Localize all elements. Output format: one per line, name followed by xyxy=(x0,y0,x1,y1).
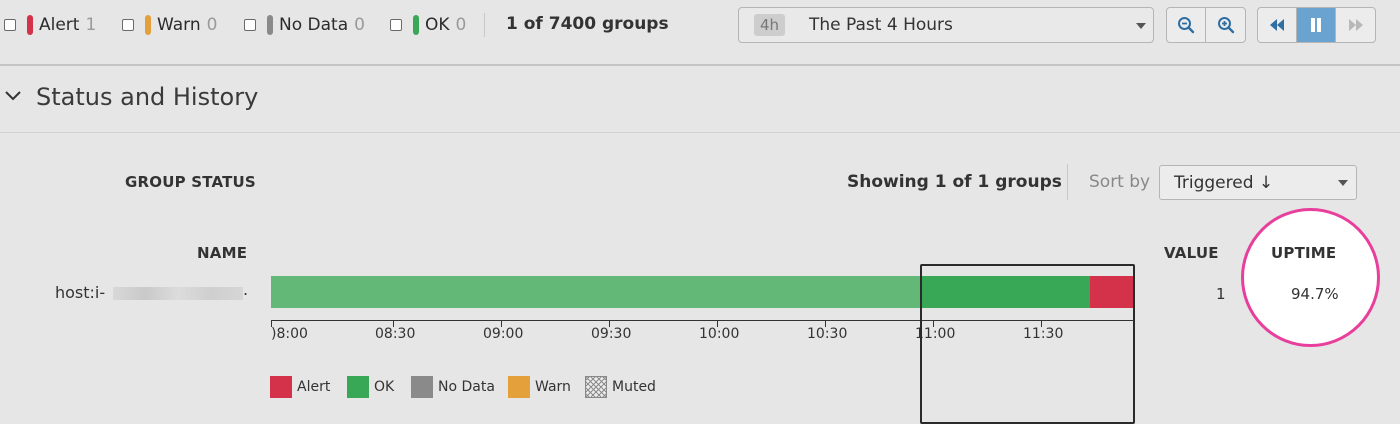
legend-no-data-label: No Data xyxy=(438,379,495,395)
zoom-out-button[interactable] xyxy=(1167,8,1206,42)
axis-tick-label: 08:30 xyxy=(375,326,416,342)
fast-forward-icon xyxy=(1348,19,1363,31)
legend-warn: Warn xyxy=(508,376,571,398)
uptime-highlight-circle xyxy=(1241,208,1380,347)
ok-color-pill xyxy=(413,15,419,35)
playback-controls xyxy=(1257,7,1376,43)
status-bar-ok-segment[interactable] xyxy=(271,276,921,308)
uptime-column-header: UPTIME xyxy=(1271,244,1337,262)
legend-muted-swatch xyxy=(585,376,607,398)
group-value: 1 xyxy=(1216,285,1226,303)
pause-icon xyxy=(1311,18,1321,32)
time-selection-box[interactable] xyxy=(920,264,1135,424)
warn-checkbox[interactable] xyxy=(122,19,134,31)
legend-no-data: No Data xyxy=(411,376,495,398)
toolbar-divider-line xyxy=(0,64,1400,66)
legend-alert-label: Alert xyxy=(297,379,331,395)
time-range-badge: 4h xyxy=(754,14,785,36)
group-name-suffix: . xyxy=(243,280,249,299)
zoom-controls xyxy=(1166,7,1246,43)
no-data-checkbox[interactable] xyxy=(244,19,256,31)
warn-color-pill xyxy=(145,15,151,35)
sort-divider xyxy=(1067,164,1068,200)
group-name[interactable]: host:i- xyxy=(55,283,105,302)
warn-filter-count: 0 xyxy=(206,15,218,35)
filter-alert[interactable]: Alert 1 xyxy=(4,11,96,39)
sort-by-label: Sort by xyxy=(1089,172,1151,192)
pause-button[interactable] xyxy=(1297,8,1336,42)
alert-color-pill xyxy=(27,15,33,35)
filter-warn[interactable]: Warn 0 xyxy=(122,11,217,39)
section-title[interactable]: Status and History xyxy=(36,83,258,111)
time-range-label: The Past 4 Hours xyxy=(809,15,953,35)
redacted-host-id xyxy=(113,287,243,300)
name-column-header: NAME xyxy=(197,244,248,262)
chevron-down-icon[interactable] xyxy=(5,90,21,102)
groups-count: 1 of 7400 groups xyxy=(506,14,669,34)
no-data-color-pill xyxy=(267,15,273,35)
alert-filter-label: Alert xyxy=(39,15,80,35)
filter-no-data[interactable]: No Data 0 xyxy=(244,11,365,39)
axis-tick-label: 09:30 xyxy=(591,326,632,342)
zoom-in-icon xyxy=(1217,17,1234,34)
legend-ok: OK xyxy=(347,376,394,398)
legend-muted-label: Muted xyxy=(612,379,656,395)
fast-forward-button[interactable] xyxy=(1336,8,1375,42)
zoom-out-icon xyxy=(1178,17,1195,34)
legend-ok-label: OK xyxy=(374,379,395,395)
no-data-filter-count: 0 xyxy=(354,15,365,35)
group-uptime: 94.7% xyxy=(1291,285,1339,303)
alert-checkbox[interactable] xyxy=(4,19,16,31)
no-data-filter-label: No Data xyxy=(279,15,349,35)
filter-ok[interactable]: OK 0 xyxy=(390,11,466,39)
legend-warn-label: Warn xyxy=(535,379,571,395)
chevron-down-icon xyxy=(1338,180,1348,186)
axis-tick-label: )8:00 xyxy=(271,326,308,342)
legend-warn-swatch xyxy=(508,376,530,398)
showing-groups-text: Showing 1 of 1 groups xyxy=(847,172,1062,192)
ok-checkbox[interactable] xyxy=(390,19,402,31)
ok-filter-label: OK xyxy=(425,15,450,35)
legend-alert: Alert xyxy=(270,376,330,398)
axis-tick-label: 10:00 xyxy=(699,326,740,342)
rewind-icon xyxy=(1270,19,1284,31)
section-divider xyxy=(0,132,1400,133)
group-status-heading: GROUP STATUS xyxy=(125,173,256,191)
value-column-header: VALUE xyxy=(1164,244,1219,262)
sort-select-value: Triggered ↓ xyxy=(1174,172,1274,193)
alert-filter-count: 1 xyxy=(85,15,97,35)
axis-tick-label: 09:00 xyxy=(483,326,524,342)
legend-no-data-swatch xyxy=(411,376,433,398)
sort-select[interactable]: Triggered ↓ xyxy=(1159,165,1357,200)
warn-filter-label: Warn xyxy=(157,15,201,35)
time-range-select[interactable]: 4h The Past 4 Hours xyxy=(738,7,1154,43)
legend-muted: Muted xyxy=(585,376,656,398)
zoom-in-button[interactable] xyxy=(1206,8,1245,42)
ok-filter-count: 0 xyxy=(455,15,467,35)
axis-tick-label: 10:30 xyxy=(807,326,848,342)
rewind-button[interactable] xyxy=(1258,8,1297,42)
chevron-down-icon xyxy=(1136,23,1146,29)
legend-alert-swatch xyxy=(270,376,292,398)
toolbar-divider xyxy=(484,13,485,37)
legend-ok-swatch xyxy=(347,376,369,398)
group-name-prefix: host:i- xyxy=(55,283,106,302)
